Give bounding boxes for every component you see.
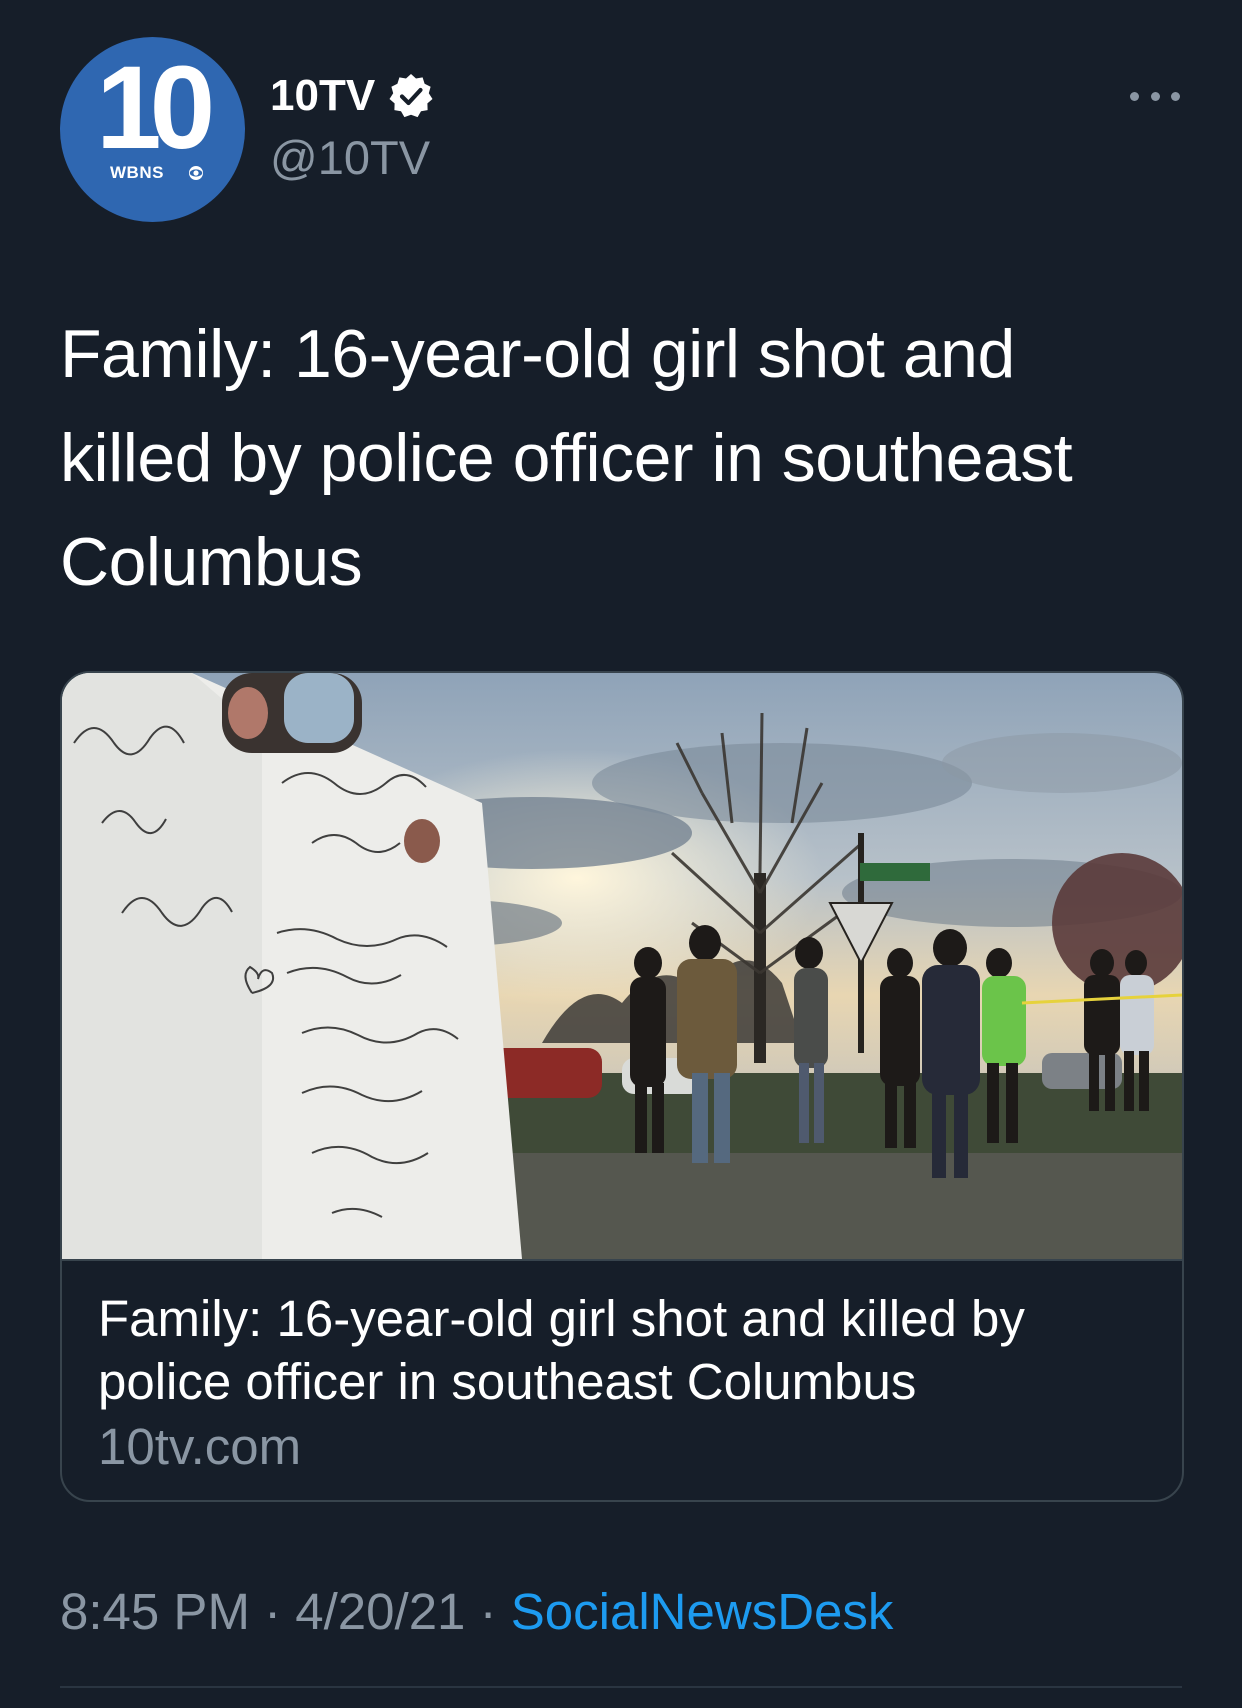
tweet-time[interactable]: 8:45 PM <box>60 1583 250 1640</box>
avatar-logo-number: 10 <box>96 42 215 174</box>
more-options-button[interactable] <box>1130 84 1180 108</box>
link-preview-card[interactable]: Family: 16-year-old girl shot and killed… <box>60 671 1184 1502</box>
card-domain: 10tv.com <box>98 1418 302 1475</box>
more-dot-icon <box>1130 91 1139 101</box>
more-dot-icon <box>1150 91 1160 101</box>
meta-separator: · <box>264 1583 282 1640</box>
tweet-text: Family: 16-year-old girl shot and killed… <box>60 316 1073 600</box>
author-handle[interactable]: @10TV <box>270 134 430 181</box>
card-title[interactable]: Family: 16-year-old girl shot and killed… <box>98 1287 1158 1413</box>
tweet-meta: 8:45 PM · 4/20/21 · SocialNewsDesk <box>60 1582 893 1642</box>
cbs-eye-icon <box>189 166 203 180</box>
author-display-name[interactable]: 10TV <box>270 74 375 118</box>
verified-badge-icon <box>389 74 433 118</box>
tweet-detail-screen: 10 WBNS 10TV @10TV Family: 16-year-old g… <box>0 0 1242 1708</box>
meta-separator: · <box>479 1583 497 1640</box>
tweet-date[interactable]: 4/20/21 <box>295 1583 465 1640</box>
bottom-divider <box>60 1686 1182 1688</box>
news-photo[interactable] <box>62 673 1182 1259</box>
author-name-row[interactable]: 10TV <box>270 72 435 120</box>
avatar-call-sign: WBNS <box>110 163 164 182</box>
author-avatar[interactable]: 10 WBNS <box>60 37 245 222</box>
tweet-source-link[interactable]: SocialNewsDesk <box>511 1583 894 1640</box>
more-dot-icon <box>1171 91 1180 101</box>
card-divider <box>62 1259 1182 1261</box>
